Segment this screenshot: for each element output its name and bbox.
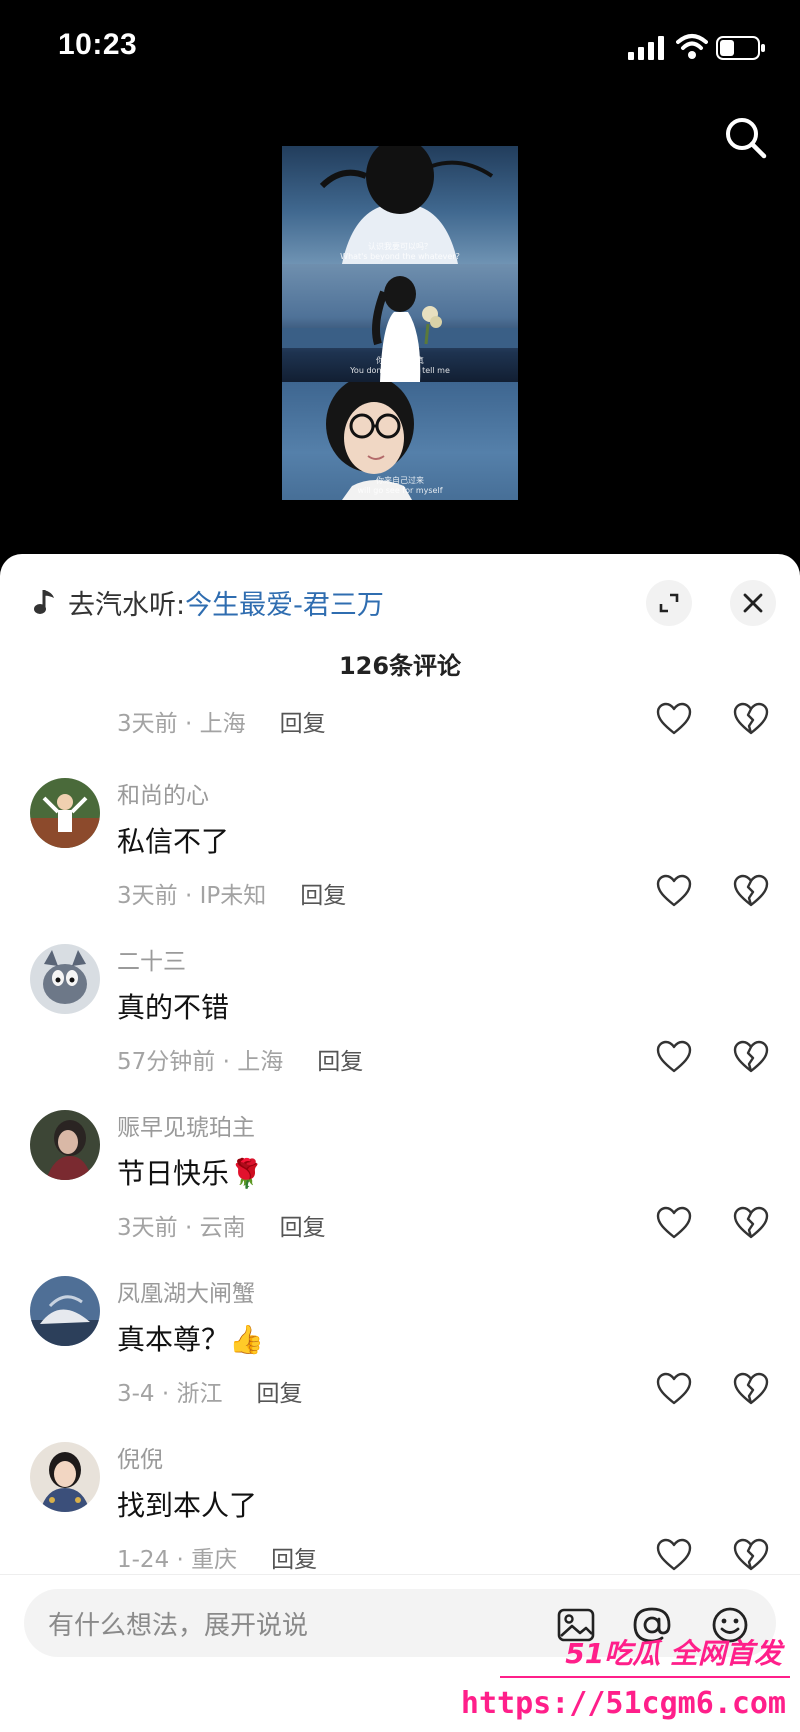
comment-time-location: 57分钟前 · 上海 bbox=[117, 1049, 284, 1075]
comment-item: 凤凰湖大闸蟹 真本尊？👍 3-4 · 浙江 回复 bbox=[0, 1276, 800, 1442]
comment-time-location: 3天前 · 上海 bbox=[117, 711, 246, 737]
comment-username[interactable]: 二十三 bbox=[117, 942, 186, 976]
comment-item: 赈早见琥珀主 节日快乐🌹 3天前 · 云南 回复 bbox=[0, 1110, 800, 1276]
comment-text: 真本尊？👍 bbox=[117, 1323, 264, 1356]
heart-icon[interactable] bbox=[656, 1040, 692, 1074]
battery-icon bbox=[716, 36, 765, 60]
subcaption-1: What's beyond the whatever? bbox=[340, 252, 460, 261]
heart-icon[interactable] bbox=[656, 702, 692, 736]
reply-button[interactable]: 回复 bbox=[257, 1374, 303, 1408]
comment-username[interactable]: 和尚的心 bbox=[117, 776, 209, 810]
wifi-icon bbox=[676, 34, 708, 59]
reply-button[interactable]: 回复 bbox=[271, 1540, 317, 1574]
reply-button[interactable]: 回复 bbox=[317, 1042, 363, 1076]
broken-heart-icon[interactable] bbox=[733, 1538, 769, 1572]
expand-button[interactable] bbox=[646, 580, 692, 626]
reply-button[interactable]: 回复 bbox=[280, 704, 326, 738]
broken-heart-icon[interactable] bbox=[733, 874, 769, 908]
music-link[interactable]: 去汽水听: 今生最爱-君三万 bbox=[34, 580, 384, 624]
watermark-url: https://51cgm6.com bbox=[460, 1686, 786, 1721]
music-note-icon bbox=[34, 590, 54, 614]
caption-3: 你来自己过来 bbox=[376, 476, 424, 485]
watermark-divider bbox=[500, 1676, 790, 1678]
heart-icon[interactable] bbox=[656, 1372, 692, 1406]
signal-icon bbox=[628, 36, 664, 60]
video-frame-2: 你不用太认真 You don't have to tell me bbox=[282, 264, 518, 382]
comment-time-location: 3天前 · IP未知 bbox=[117, 883, 267, 909]
comment-meta: 57分钟前 · 上海 回复 bbox=[117, 1042, 363, 1076]
comment-text: 私信不了 bbox=[117, 825, 230, 858]
music-title[interactable]: 今生最爱-君三万 bbox=[185, 583, 384, 622]
avatar[interactable] bbox=[30, 1442, 100, 1512]
comment-meta: 3-4 · 浙江 回复 bbox=[117, 1374, 303, 1408]
comment-time-location: 3天前 · 云南 bbox=[117, 1215, 246, 1241]
comment-username[interactable]: 凤凰湖大闸蟹 bbox=[117, 1274, 255, 1308]
comment-meta: 3天前 · 云南 回复 bbox=[117, 1208, 326, 1242]
watermark-title: 51吃瓜 全网首发 bbox=[565, 1637, 782, 1670]
heart-icon[interactable] bbox=[656, 874, 692, 908]
close-button[interactable] bbox=[730, 580, 776, 626]
subcaption-3: will go see for myself bbox=[357, 486, 443, 495]
broken-heart-icon[interactable] bbox=[733, 1206, 769, 1240]
comment-meta: 3天前 · IP未知 回复 bbox=[117, 876, 346, 910]
status-time: 10:23 bbox=[58, 28, 138, 61]
broken-heart-icon[interactable] bbox=[733, 1040, 769, 1074]
watermark: 51吃瓜 全网首发 https://51cgm6.com bbox=[461, 1630, 800, 1732]
close-icon bbox=[743, 593, 763, 613]
video-frame-3: 你来自己过来 will go see for myself bbox=[282, 382, 518, 500]
comment-meta: 3天前 · 上海 回复 bbox=[117, 704, 326, 738]
caption-2: 你不用太认真 bbox=[376, 356, 424, 365]
expand-icon bbox=[659, 593, 679, 613]
comment-input-placeholder: 有什么想法，展开说说 bbox=[48, 1611, 309, 1641]
reply-button[interactable]: 回复 bbox=[280, 1208, 326, 1242]
status-bar: 10:23 bbox=[0, 0, 800, 100]
music-prefix: 去汽水听: bbox=[68, 589, 186, 621]
comment-time-location: 1-24 · 重庆 bbox=[117, 1547, 238, 1573]
comment-time-location: 3-4 · 浙江 bbox=[117, 1381, 223, 1407]
avatar[interactable] bbox=[30, 1276, 100, 1346]
comment-text: 节日快乐🌹 bbox=[117, 1157, 264, 1190]
avatar[interactable] bbox=[30, 1110, 100, 1180]
comment-count: 126条评论 bbox=[338, 652, 462, 680]
caption-1: 认识我要可以吗？ bbox=[368, 242, 432, 251]
avatar[interactable] bbox=[30, 778, 100, 848]
comment-text: 找到本人了 bbox=[117, 1489, 258, 1522]
comment-meta: 1-24 · 重庆 回复 bbox=[117, 1540, 317, 1574]
video-frame-1: 认识我要可以吗？ What's beyond the whatever? bbox=[282, 146, 518, 264]
avatar[interactable] bbox=[30, 944, 100, 1014]
comment-username[interactable]: 倪倪 bbox=[117, 1440, 163, 1474]
comment-text: 真的不错 bbox=[117, 991, 230, 1024]
comment-sheet: 去汽水听: 今生最爱-君三万 126条评论 3天前 · 上海 回复 和尚的心 私… bbox=[0, 554, 800, 1732]
broken-heart-icon[interactable] bbox=[733, 702, 769, 736]
reply-button[interactable]: 回复 bbox=[300, 876, 346, 910]
search-icon[interactable] bbox=[720, 112, 772, 164]
comment-username[interactable]: 赈早见琥珀主 bbox=[117, 1108, 255, 1142]
broken-heart-icon[interactable] bbox=[733, 1372, 769, 1406]
heart-icon[interactable] bbox=[656, 1206, 692, 1240]
comment-item: 二十三 真的不错 57分钟前 · 上海 回复 bbox=[0, 944, 800, 1110]
subcaption-2: You don't have to tell me bbox=[350, 366, 450, 375]
video-preview[interactable]: 认识我要可以吗？ What's beyond the whatever? 你不用… bbox=[282, 146, 518, 500]
heart-icon[interactable] bbox=[656, 1538, 692, 1572]
comment-item: 3天前 · 上海 回复 bbox=[0, 702, 800, 764]
comment-item: 和尚的心 私信不了 3天前 · IP未知 回复 bbox=[0, 778, 800, 944]
